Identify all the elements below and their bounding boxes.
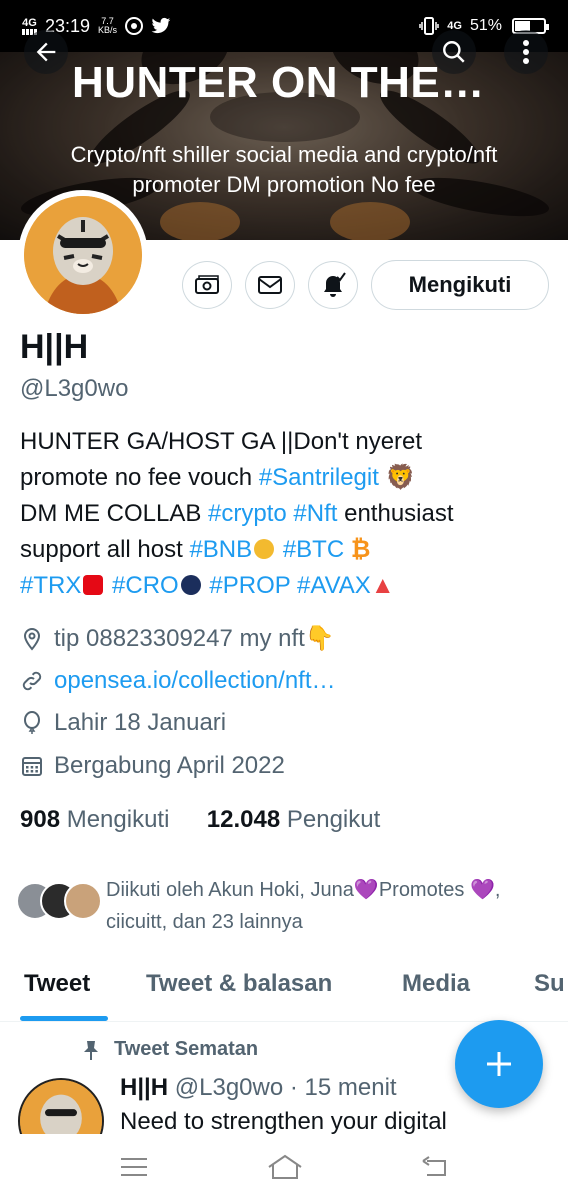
bell-check-icon bbox=[324, 272, 346, 297]
joined-text: Bergabung April 2022 bbox=[54, 752, 285, 779]
following-count: 908 bbox=[20, 806, 61, 833]
bio-line-1: HUNTER GA/HOST GA ||Don't nyeret bbox=[20, 428, 423, 455]
notifications-button[interactable] bbox=[308, 261, 358, 309]
vibrate-icon bbox=[419, 17, 440, 35]
hashtag-btc[interactable]: #BTC bbox=[283, 536, 344, 563]
birthday-text: Lahir 18 Januari bbox=[54, 709, 227, 736]
tab-tweets-replies[interactable]: Tweet & balasan bbox=[146, 970, 332, 998]
tweet-author-name[interactable]: H||H bbox=[120, 1074, 168, 1101]
link-icon bbox=[22, 671, 42, 691]
profile-link[interactable]: opensea.io/collection/nft… bbox=[54, 667, 336, 695]
hashtag-trx[interactable]: #TRX bbox=[20, 572, 81, 599]
link-row: opensea.io/collection/nft… bbox=[20, 667, 336, 695]
followers-you-know[interactable]: Diikuti oleh Akun Hoki, Juna💜Promotes 💜,… bbox=[16, 874, 556, 934]
network-type: 4G bbox=[22, 16, 37, 29]
hashtag-avax[interactable]: #AVAX bbox=[297, 572, 371, 599]
bio-text: promote no fee vouch bbox=[20, 464, 259, 491]
lion-emoji: 🦁 bbox=[385, 464, 416, 491]
hashtag-crypto[interactable]: #crypto bbox=[208, 500, 287, 527]
tweet-text[interactable]: Need to strengthen your digital bbox=[120, 1108, 447, 1136]
followed-by-text: Diikuti oleh Akun Hoki, Juna💜Promotes 💜,… bbox=[106, 879, 501, 933]
following-button[interactable]: Mengikuti bbox=[371, 260, 549, 310]
message-button[interactable] bbox=[245, 261, 295, 309]
tweet-handle-time: @L3g0wo · 15 menit bbox=[174, 1074, 397, 1101]
pin-icon bbox=[84, 1040, 98, 1060]
location-text: tip 08823309247 my nft👇 bbox=[54, 625, 335, 652]
bio-text: support all host bbox=[20, 536, 190, 563]
banner-subtitle: Crypto/nft shiller social media and cryp… bbox=[70, 142, 498, 197]
avax-symbol: ▲ bbox=[370, 572, 395, 599]
followers-link[interactable]: 12.048 Pengikut bbox=[207, 806, 380, 833]
location-pin-icon bbox=[23, 627, 41, 651]
bio-text: DM ME COLLAB bbox=[20, 500, 209, 527]
hashtag-cro[interactable]: #CRO bbox=[112, 572, 179, 599]
menu-icon[interactable] bbox=[119, 1156, 149, 1178]
twitter-bird-icon bbox=[151, 17, 171, 34]
more-vertical-icon bbox=[523, 40, 529, 64]
envelope-icon bbox=[258, 276, 282, 294]
money-icon bbox=[195, 275, 219, 294]
following-link[interactable]: 908 Mengikuti bbox=[20, 806, 169, 833]
profile-bio: HUNTER GA/HOST GA ||Don't nyeret promote… bbox=[20, 424, 550, 604]
joined-row: Bergabung April 2022 bbox=[20, 752, 285, 780]
hashtag-prop[interactable]: #PROP bbox=[209, 572, 290, 599]
bio-line-3: DM ME COLLAB #crypto #Nft enthusiast bbox=[20, 496, 550, 532]
following-label: Mengikuti bbox=[66, 806, 170, 833]
plus-icon bbox=[487, 1052, 511, 1076]
pinned-label-text: Tweet Sematan bbox=[114, 1038, 259, 1060]
back-nav-icon[interactable] bbox=[421, 1155, 449, 1179]
hashtag-santrilegit[interactable]: #Santrilegit bbox=[259, 464, 379, 491]
birthday-row: Lahir 18 Januari bbox=[20, 709, 226, 737]
display-name: H||H bbox=[20, 328, 89, 366]
btc-symbol: ₿ bbox=[350, 536, 371, 563]
arrow-left-icon bbox=[36, 42, 56, 62]
home-icon[interactable] bbox=[267, 1153, 303, 1181]
bnb-coin-icon bbox=[254, 539, 275, 559]
bio-text: enthusiast bbox=[337, 500, 454, 527]
profile-screen: 4G 23:19 7.7 KB/s 4G 51% HUNTER ON THE… … bbox=[0, 0, 568, 1200]
hashtag-nft[interactable]: #Nft bbox=[293, 500, 337, 527]
tip-button[interactable] bbox=[182, 261, 232, 309]
network-speed: 7.7 KB/s bbox=[98, 17, 117, 35]
active-tab-indicator bbox=[20, 1016, 108, 1021]
balloon-icon bbox=[24, 711, 40, 734]
bio-line-2: promote no fee vouch #Santrilegit 🦁 bbox=[20, 460, 550, 496]
banner-title: HUNTER ON THE… bbox=[72, 58, 485, 107]
more-options-button[interactable] bbox=[504, 30, 548, 74]
tiger-avatar-image bbox=[24, 196, 142, 314]
followers-label: Pengikut bbox=[286, 806, 381, 833]
follow-counts: 908 Mengikuti 12.048 Pengikut bbox=[20, 806, 380, 834]
location-row: tip 08823309247 my nft👇 bbox=[20, 624, 335, 653]
battery-percent: 51% bbox=[469, 17, 502, 34]
profile-tabs: Tweet Tweet & balasan Media Su bbox=[0, 960, 568, 1022]
pinned-label: Tweet Sematan bbox=[82, 1038, 258, 1061]
tab-suka[interactable]: Su bbox=[534, 970, 565, 998]
tab-tweets[interactable]: Tweet bbox=[24, 970, 90, 998]
calendar-icon bbox=[22, 757, 42, 776]
trx-coin-icon bbox=[83, 575, 104, 595]
profile-avatar[interactable] bbox=[18, 190, 148, 320]
back-button[interactable] bbox=[24, 30, 68, 74]
bio-line-4: support all host #BNB #BTC ₿ bbox=[20, 532, 550, 568]
bio-line-5: #TRX #CRO #PROP #AVAX▲ bbox=[20, 568, 550, 604]
compose-tweet-button[interactable] bbox=[455, 1020, 543, 1108]
speed-unit: KB/s bbox=[98, 25, 118, 35]
hashtag-bnb[interactable]: #BNB bbox=[189, 536, 252, 563]
tweet-header: H||H @L3g0wo · 15 menit bbox=[120, 1074, 397, 1102]
username: @L3g0wo bbox=[20, 375, 129, 402]
tab-media[interactable]: Media bbox=[402, 970, 470, 998]
status-bar: 4G 23:19 7.7 KB/s 4G 51% bbox=[0, 0, 568, 52]
search-button[interactable] bbox=[432, 30, 476, 74]
system-navigation-bar bbox=[0, 1134, 568, 1200]
follower-avatar bbox=[64, 882, 102, 920]
search-icon bbox=[443, 41, 465, 63]
cro-coin-icon bbox=[180, 575, 201, 595]
chrome-icon bbox=[125, 17, 144, 35]
followers-count: 12.048 bbox=[206, 806, 281, 833]
